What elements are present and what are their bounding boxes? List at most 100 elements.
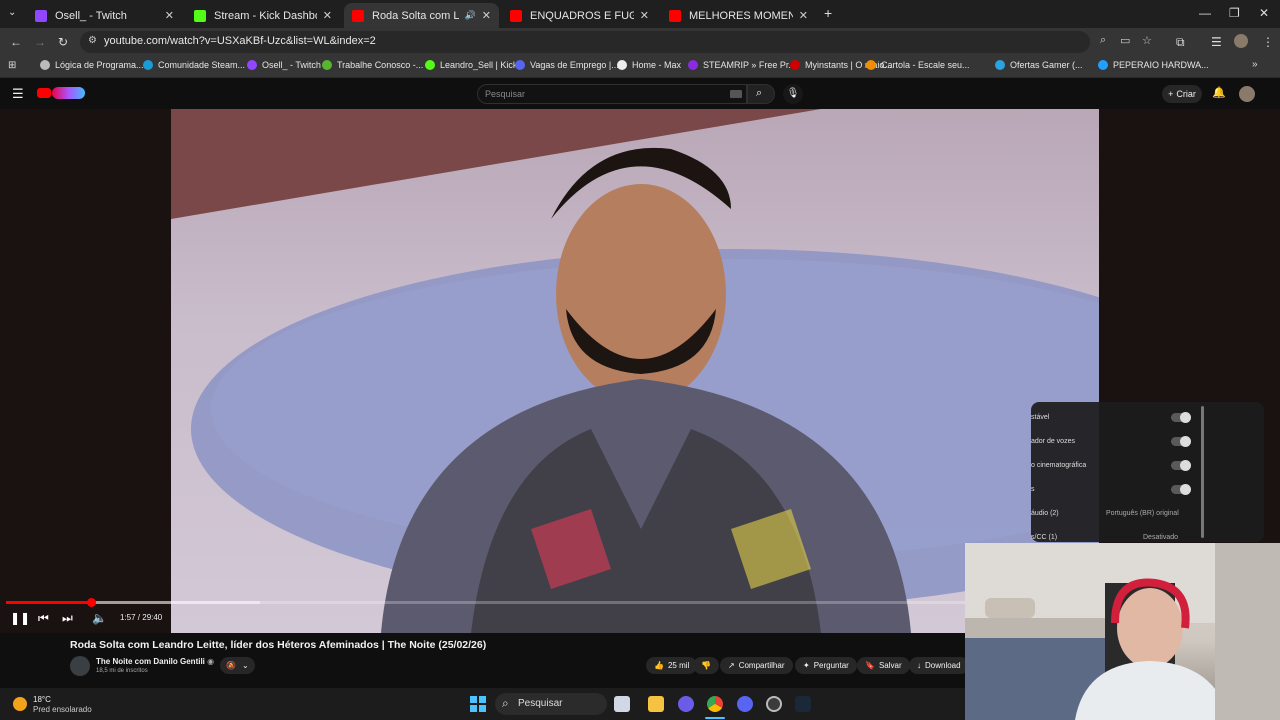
apps-grid-icon[interactable]: ⊞: [8, 60, 16, 71]
bookmark-favicon-icon: [425, 60, 435, 70]
widgets-icon[interactable]: [614, 696, 630, 712]
chrome-icon[interactable]: [707, 696, 723, 712]
weather-sun-icon[interactable]: [13, 697, 27, 711]
settings-toggle[interactable]: [1171, 484, 1191, 495]
create-button[interactable]: + Criar: [1162, 85, 1202, 103]
obs-icon[interactable]: [766, 696, 782, 712]
dislike-button[interactable]: 👎: [693, 657, 719, 674]
minimize-icon[interactable]: —: [1199, 6, 1211, 20]
audio-playing-icon[interactable]: 🔊: [465, 10, 476, 21]
settings-row[interactable]: áudio (2) Português (BR) original: [1031, 510, 1211, 517]
channel-avatar[interactable]: [70, 656, 90, 676]
zoom-icon[interactable]: ⌕: [1100, 34, 1106, 47]
settings-row[interactable]: ador de vozes: [1031, 436, 1211, 447]
tab-2-active[interactable]: Roda Solta com Leandro Le 🔊 ✕: [344, 3, 499, 28]
bookmark-favicon-icon: [322, 60, 332, 70]
bookmark-label: Osell_ - Twitch: [262, 60, 321, 70]
settings-row[interactable]: o cinematográfica: [1031, 460, 1211, 471]
settings-row[interactable]: s: [1031, 484, 1211, 495]
close-tab-icon[interactable]: ✕: [482, 9, 491, 22]
youtube-logo-icon[interactable]: [37, 88, 51, 98]
pause-icon[interactable]: ❚❚: [10, 611, 30, 625]
notifications-bell-icon[interactable]: 🔔: [1212, 86, 1226, 99]
subscribed-button[interactable]: 🔕 ⌄: [220, 657, 255, 674]
settings-toggle[interactable]: [1171, 436, 1191, 447]
bookmark-item[interactable]: Ofertas Gamer (...: [995, 60, 1083, 70]
search-button[interactable]: ⌕: [747, 84, 775, 104]
weather-description[interactable]: Pred ensolarado: [33, 705, 92, 714]
profile-avatar[interactable]: [1234, 34, 1248, 48]
download-button[interactable]: ↓ Download: [909, 657, 969, 674]
settings-scrollbar[interactable]: [1201, 406, 1204, 538]
menu-kebab-icon[interactable]: ⋮: [1262, 35, 1274, 49]
forward-icon[interactable]: →: [34, 35, 46, 49]
site-info-icon[interactable]: ⚙: [88, 35, 97, 46]
microphone-icon[interactable]: 🎙: [783, 84, 803, 104]
save-button[interactable]: 🔖 Salvar: [857, 657, 910, 674]
previous-icon[interactable]: ⏮: [38, 611, 49, 626]
discord-alt-icon[interactable]: [737, 696, 753, 712]
tab-4[interactable]: MELHORES MOMENTOS: FLAM ✕: [661, 3, 816, 28]
taskbar-search[interactable]: ⌕ Pesquisar: [495, 693, 607, 715]
ask-button[interactable]: ✦ Perguntar: [795, 657, 857, 674]
reload-icon[interactable]: ↻: [58, 35, 68, 49]
channel-name[interactable]: The Noite com Danilo Gentili ◉: [96, 657, 214, 666]
url-text[interactable]: youtube.com/watch?v=USXaKBf-Uzc&list=WL&…: [104, 35, 376, 47]
youtube-icon: [669, 9, 681, 22]
more-bookmarks-icon[interactable]: »: [1252, 59, 1258, 70]
settings-row[interactable]: stável: [1031, 412, 1211, 423]
bookmark-item[interactable]: Osell_ - Twitch: [247, 60, 321, 70]
doodle-logo-icon[interactable]: [52, 87, 85, 99]
weather-temperature[interactable]: 18°C: [33, 695, 51, 704]
tab-1[interactable]: Stream - Kick Dashboard ✕: [186, 3, 340, 28]
bookmark-favicon-icon: [247, 60, 257, 70]
video-title: Roda Solta com Leandro Leitte, líder dos…: [70, 639, 487, 651]
tab-search-icon[interactable]: ⌄: [8, 7, 16, 18]
settings-row[interactable]: s/CC (1) Desativado: [1031, 534, 1211, 541]
bookmark-item[interactable]: Comunidade Steam...: [143, 60, 245, 70]
bookmark-item[interactable]: Home - Max: [617, 60, 681, 70]
tab-3[interactable]: ENQUADROS E FUGAS DE MOT ✕: [502, 3, 657, 28]
close-tab-icon[interactable]: ✕: [165, 9, 174, 22]
new-tab-icon[interactable]: +: [824, 5, 832, 21]
keyboard-icon[interactable]: [730, 90, 742, 98]
bookmark-star-icon[interactable]: ☆: [1142, 34, 1152, 47]
extensions-icon[interactable]: ⧉: [1176, 35, 1185, 50]
close-tab-icon[interactable]: ✕: [640, 9, 649, 22]
bookmark-favicon-icon: [143, 60, 153, 70]
bookmark-item[interactable]: Vagas de Emprego |...: [515, 60, 619, 70]
close-tab-icon[interactable]: ✕: [323, 9, 332, 22]
steam-icon[interactable]: [795, 696, 811, 712]
share-button[interactable]: ↗ Compartilhar: [720, 657, 793, 674]
bookmark-item[interactable]: Trabalhe Conosco -...: [322, 60, 423, 70]
video-frame[interactable]: [171, 109, 1099, 633]
reading-list-icon[interactable]: ☰: [1211, 35, 1222, 49]
bookmark-item[interactable]: STEAMRIP » Free Pr...: [688, 60, 796, 70]
bookmark-label: PEPERAIO HARDWA...: [1113, 60, 1209, 70]
bookmark-item[interactable]: Leandro_Sell | Kick: [425, 60, 517, 70]
back-icon[interactable]: ←: [10, 35, 22, 49]
share-icon: ↗: [728, 661, 735, 670]
file-explorer-icon[interactable]: [648, 696, 664, 712]
discord-icon[interactable]: [678, 696, 694, 712]
close-tab-icon[interactable]: ✕: [799, 9, 808, 22]
settings-toggle[interactable]: [1171, 460, 1191, 471]
subscriber-count: 18,5 mi de inscritos: [96, 668, 148, 674]
account-avatar[interactable]: [1239, 86, 1255, 102]
close-window-icon[interactable]: ✕: [1259, 6, 1269, 20]
like-button[interactable]: 👍 25 mil: [646, 657, 698, 674]
bookmark-item[interactable]: PEPERAIO HARDWA...: [1098, 60, 1209, 70]
progress-scrubber[interactable]: [86, 598, 96, 607]
next-icon[interactable]: ⏭: [62, 611, 73, 626]
volume-icon[interactable]: 🔈: [92, 611, 107, 625]
bookmark-item[interactable]: Lógica de Programa...: [40, 60, 144, 70]
settings-toggle[interactable]: [1171, 412, 1191, 423]
cast-icon[interactable]: ▭: [1120, 34, 1130, 47]
restore-icon[interactable]: ❐: [1229, 6, 1240, 20]
omnibox[interactable]: ⚙ youtube.com/watch?v=USXaKBf-Uzc&list=W…: [80, 31, 1152, 53]
bookmark-item[interactable]: Cartola - Escale seu...: [866, 60, 970, 70]
search-input[interactable]: Pesquisar: [477, 84, 747, 104]
windows-start-icon[interactable]: [470, 696, 486, 712]
hamburger-menu-icon[interactable]: ☰: [12, 86, 24, 102]
tab-0[interactable]: Osell_ - Twitch ✕: [27, 3, 182, 28]
